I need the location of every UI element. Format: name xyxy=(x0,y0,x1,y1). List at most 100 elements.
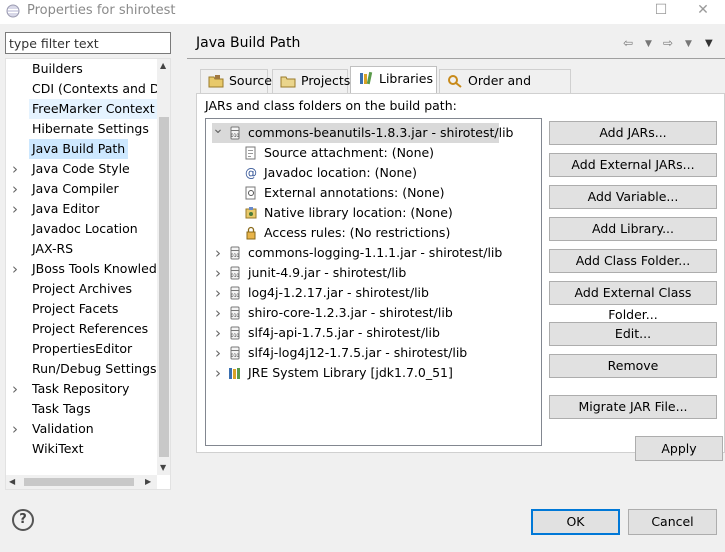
scroll-down-arrow-icon[interactable]: ▼ xyxy=(160,463,166,473)
expand-chevron-icon[interactable]: › xyxy=(12,179,22,199)
property-tree-item[interactable]: CDI (Contexts and Dependency Injection) xyxy=(6,79,157,99)
scroll-right-arrow-icon[interactable]: ▶ xyxy=(145,477,151,487)
property-tree-item[interactable]: Project Facets xyxy=(6,299,157,319)
ok-button[interactable]: OK xyxy=(531,509,620,535)
property-tree-item[interactable]: WikiText xyxy=(6,439,157,459)
add-class-folder-button[interactable]: Add Class Folder... xyxy=(549,249,717,273)
expand-chevron-icon[interactable]: › xyxy=(212,243,224,263)
cancel-button[interactable]: Cancel xyxy=(628,509,717,535)
expand-chevron-icon[interactable]: › xyxy=(212,263,224,283)
library-item[interactable]: › 010 log4j-1.2.17.jar - shirotest/lib xyxy=(212,283,532,303)
library-item[interactable]: › 010 slf4j-log4j12-1.7.5.jar - shirotest/… xyxy=(212,343,532,363)
back-menu-chevron-icon[interactable]: ▼ xyxy=(645,39,652,49)
library-item-label: slf4j-api-1.7.5.jar - shirotest/lib xyxy=(248,325,440,340)
property-tree-item[interactable]: › Java Editor xyxy=(6,199,157,219)
scroll-left-arrow-icon[interactable]: ◀ xyxy=(9,477,15,487)
library-item[interactable]: › 010 junit-4.9.jar - shirotest/lib xyxy=(212,263,532,283)
library-tree[interactable]: ⌄ 010 commons-beanutils-1.8.3.jar - shirot… xyxy=(205,118,542,446)
library-attribute-item[interactable]: Native library location: (None) xyxy=(244,203,534,223)
property-tree-item[interactable]: Project Archives xyxy=(6,279,157,299)
property-tree-item[interactable]: Task Tags xyxy=(6,399,157,419)
collapse-chevron-icon[interactable]: ⌄ xyxy=(212,119,224,139)
property-tree-item-label: JBoss Tools Knowledge Base xyxy=(32,261,157,276)
property-tree-item[interactable]: Javadoc Location xyxy=(6,219,157,239)
edit-button[interactable]: Edit... xyxy=(549,322,717,346)
window-title: Properties for shirotest xyxy=(27,3,176,18)
horizontal-scroll-thumb[interactable] xyxy=(24,478,134,486)
apply-button[interactable]: Apply xyxy=(635,436,723,461)
view-menu-icon[interactable]: ▼ xyxy=(705,38,713,49)
native-library-icon xyxy=(245,207,257,219)
library-attribute-item[interactable]: External annotations: (None) xyxy=(244,183,534,203)
forward-arrow-icon[interactable]: ⇨ xyxy=(663,36,673,50)
property-tree-item-label: Run/Debug Settings xyxy=(32,361,157,376)
jar-icon: 010 xyxy=(230,126,240,140)
property-tree-item[interactable]: PropertiesEditor xyxy=(6,339,157,359)
library-attribute-item[interactable]: Source attachment: (None) xyxy=(244,143,534,163)
expand-chevron-icon[interactable]: › xyxy=(212,343,224,363)
forward-menu-chevron-icon[interactable]: ▼ xyxy=(685,39,692,49)
property-tree-item-label: Builders xyxy=(32,61,83,76)
scroll-up-arrow-icon[interactable]: ▲ xyxy=(160,61,166,71)
property-tree-item[interactable]: Builders xyxy=(6,59,157,79)
expand-chevron-icon[interactable]: › xyxy=(212,363,224,383)
vertical-scroll-thumb[interactable] xyxy=(159,117,169,457)
property-tree-item[interactable]: FreeMarker Context xyxy=(6,99,157,119)
library-item-label: commons-beanutils-1.8.3.jar - shirotest/… xyxy=(248,125,514,140)
header-divider xyxy=(187,58,725,59)
tab-bar: Source Projects Libraries Order and Expo… xyxy=(182,64,725,110)
property-tree-item-label: PropertiesEditor xyxy=(32,341,133,356)
libraries-panel: JARs and class folders on the build path… xyxy=(196,93,725,453)
property-tree-item-label: Java Code Style xyxy=(32,161,130,176)
tab-libraries[interactable]: Libraries xyxy=(350,66,437,93)
add-variable-button[interactable]: Add Variable... xyxy=(549,185,717,209)
property-tree-item[interactable]: Hibernate Settings xyxy=(6,119,157,139)
add-library-button[interactable]: Add Library... xyxy=(549,217,717,241)
expand-chevron-icon[interactable]: › xyxy=(12,199,22,219)
svg-text:010: 010 xyxy=(231,313,240,319)
library-attribute-item[interactable]: Access rules: (No restrictions) xyxy=(244,223,534,243)
tab-projects[interactable]: Projects xyxy=(272,69,351,93)
library-item-label: commons-logging-1.1.1.jar - shirotest/li… xyxy=(248,245,503,260)
expand-chevron-icon[interactable]: › xyxy=(212,323,224,343)
svg-text:010: 010 xyxy=(231,293,240,299)
library-item[interactable]: › JRE System Library [jdk1.7.0_51] xyxy=(212,363,532,383)
add-external-jars-button[interactable]: Add External JARs... xyxy=(549,153,717,177)
vertical-scrollbar[interactable]: ▲ ▼ xyxy=(157,59,170,475)
library-item[interactable]: › 010 commons-logging-1.1.1.jar - shirotes… xyxy=(212,243,532,263)
property-tree-items: Builders CDI (Contexts and Dependency Inj… xyxy=(6,59,157,475)
close-button[interactable]: ✕ xyxy=(683,0,723,22)
expand-chevron-icon[interactable]: › xyxy=(212,283,224,303)
property-tree-item[interactable]: Project References xyxy=(6,319,157,339)
help-icon[interactable]: ? xyxy=(12,509,34,531)
expand-chevron-icon[interactable]: › xyxy=(12,159,22,179)
expand-chevron-icon[interactable]: › xyxy=(12,379,22,399)
tab-order-export[interactable]: Order and Export xyxy=(439,69,571,110)
migrate-jar-button[interactable]: Migrate JAR File... xyxy=(549,395,717,419)
property-tree-item[interactable]: Run/Debug Settings xyxy=(6,359,157,379)
property-tree-item[interactable]: JAX-RS xyxy=(6,239,157,259)
property-tree-item[interactable]: › JBoss Tools Knowledge Base xyxy=(6,259,157,279)
property-tree-item[interactable]: Java Build Path xyxy=(6,139,157,159)
expand-chevron-icon[interactable]: › xyxy=(212,303,224,323)
property-tree-item[interactable]: › Java Code Style xyxy=(6,159,157,179)
filter-input[interactable] xyxy=(5,32,171,54)
library-item[interactable]: › 010 shiro-core-1.2.3.jar - shirotest/lib xyxy=(212,303,532,323)
back-arrow-icon[interactable]: ⇦ xyxy=(623,36,633,50)
expand-chevron-icon[interactable]: › xyxy=(12,259,22,279)
library-item[interactable]: › 010 slf4j-api-1.7.5.jar - shirotest/lib xyxy=(212,323,532,343)
expand-chevron-icon[interactable]: › xyxy=(12,419,22,439)
add-jars-button[interactable]: Add JARs... xyxy=(549,121,717,145)
library-attribute-item[interactable]: @ Javadoc location: (None) xyxy=(244,163,534,183)
tab-source[interactable]: Source xyxy=(200,69,272,93)
add-external-class-folder-button[interactable]: Add External Class Folder... xyxy=(549,281,717,322)
tab-projects-label: Projects xyxy=(301,73,351,88)
library-item[interactable]: ⌄ 010 commons-beanutils-1.8.3.jar - shirot… xyxy=(212,121,514,143)
remove-button[interactable]: Remove xyxy=(549,354,717,378)
property-tree-item[interactable]: › Java Compiler xyxy=(6,179,157,199)
property-tree-item[interactable]: › Task Repository xyxy=(6,379,157,399)
maximize-button[interactable]: ☐ xyxy=(641,0,681,22)
property-tree-item[interactable]: › Validation xyxy=(6,419,157,439)
horizontal-scrollbar[interactable]: ◀ ▶ xyxy=(6,475,157,489)
page-navigation: ⇦ ▼ ⇨ ▼ ▼ xyxy=(623,36,719,52)
